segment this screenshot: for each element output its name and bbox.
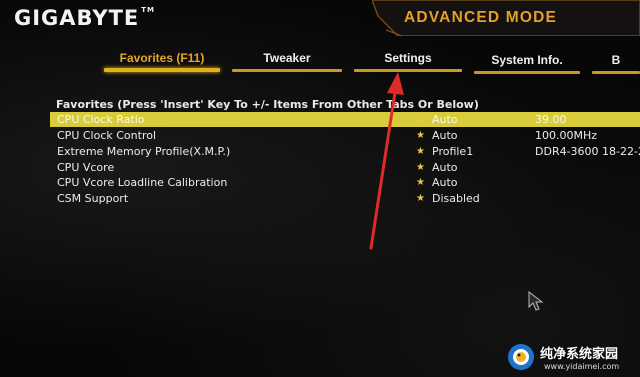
mouse-cursor-icon xyxy=(528,291,544,311)
bios-screen: GIGABYTE TM ADVANCED MODE Favorites (F11)… xyxy=(0,0,640,377)
watermark-logo-icon xyxy=(508,344,534,370)
watermark-url: www.yidaimei.com xyxy=(544,362,620,371)
watermark: 纯净系统家园 www.yidaimei.com xyxy=(506,340,636,374)
annotation-arrow-icon xyxy=(369,72,404,250)
watermark-title: 纯净系统家园 xyxy=(540,347,619,362)
